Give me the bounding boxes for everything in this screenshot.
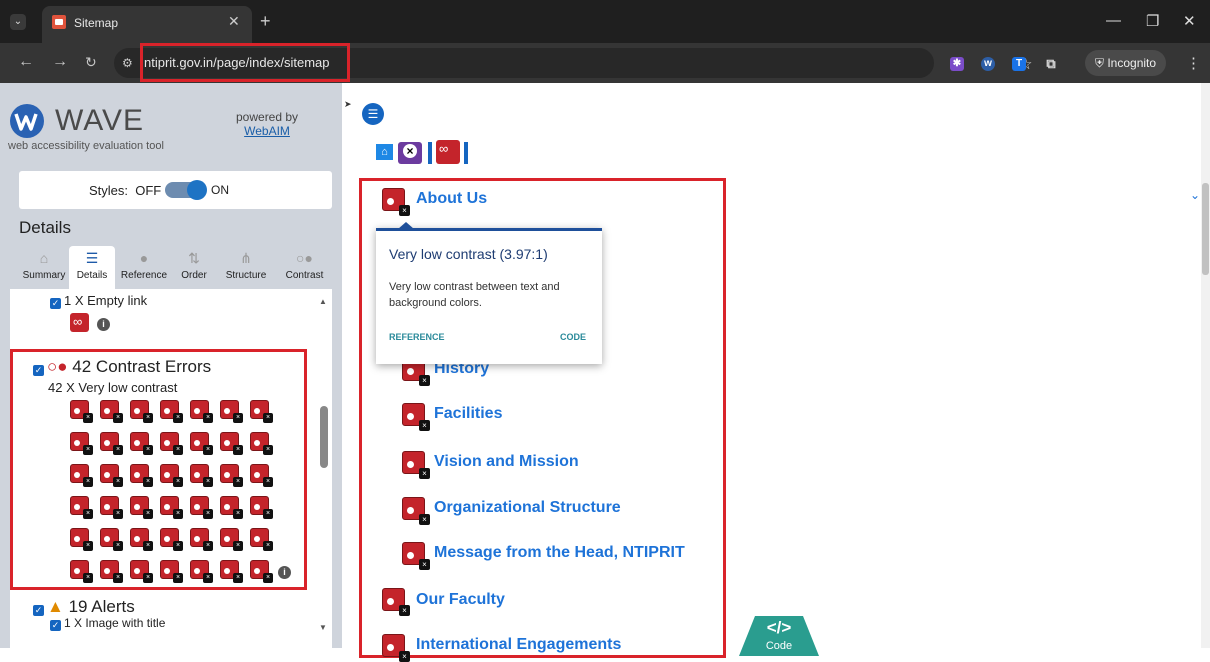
styles-toggle-box: Styles: OFF ON xyxy=(19,171,332,209)
link-organizational-structure[interactable]: Organizational Structure xyxy=(434,499,621,517)
incognito-icon: ⛨ xyxy=(1095,56,1108,70)
incognito-label: Incognito xyxy=(1107,56,1157,70)
image-title-checkbox[interactable]: ✓ xyxy=(50,620,61,631)
empty-link-row[interactable]: ✓ 1 X Empty link xyxy=(50,293,147,309)
contrast-error-icon[interactable]: × xyxy=(382,588,410,616)
wave-extension-icon[interactable]: w xyxy=(981,57,995,71)
reload-icon[interactable]: ↻ xyxy=(85,54,97,70)
list-icon: ☰ xyxy=(85,250,99,266)
link-about-us[interactable]: About Us xyxy=(416,190,487,208)
panel-scrollbar-thumb[interactable] xyxy=(320,406,328,468)
empty-link-icon[interactable] xyxy=(70,313,89,332)
chevron-down-icon[interactable]: ⌄ xyxy=(1190,188,1200,202)
contrast-error-icon[interactable]: × xyxy=(402,497,430,525)
tooltip-description: Very low contrast between text and backg… xyxy=(389,281,560,309)
home-icon[interactable]: ⌂ xyxy=(376,144,393,160)
alerts-checkbox[interactable]: ✓ xyxy=(33,605,44,616)
code-glyph-icon: </> xyxy=(766,618,792,637)
code-button[interactable]: </> Code xyxy=(739,616,819,656)
contrast-error-icon[interactable]: × xyxy=(382,634,410,662)
empty-link-checkbox[interactable]: ✓ xyxy=(50,298,61,309)
tooltip-title: Very low contrast (3.97:1) xyxy=(389,246,548,262)
code-button-label: Code xyxy=(765,640,793,652)
empty-link-icon[interactable] xyxy=(436,140,460,164)
scroll-up-icon[interactable]: ▲ xyxy=(319,297,327,306)
tab-title: Sitemap xyxy=(74,16,119,30)
structure-icon: ⋔ xyxy=(240,250,252,266)
contrast-error-icon[interactable]: × xyxy=(402,542,430,570)
window-close-icon[interactable]: ✕ xyxy=(1183,12,1196,30)
details-heading: Details xyxy=(19,218,71,237)
tooltip-reference-link[interactable]: REFERENCE xyxy=(389,332,445,342)
wave-tabs: ⌂ Summary ☰ Details ● Reference ⇅ Order ⋔ Str… xyxy=(19,246,332,289)
separator-bar xyxy=(428,142,432,164)
extensions-puzzle-icon[interactable]: ⧉ xyxy=(1044,57,1058,71)
tab-strip: ⌄ Sitemap ✕ + — ❐ ✕ xyxy=(0,0,1210,43)
wave-logo-icon xyxy=(10,104,44,138)
alert-icon: ▲ xyxy=(47,597,64,616)
tab-structure[interactable]: ⋔ Structure xyxy=(215,246,277,289)
tab-summary[interactable]: ⌂ Summary xyxy=(19,246,69,289)
page-scrollbar-thumb[interactable] xyxy=(1202,183,1209,275)
contrast-error-icon[interactable]: × xyxy=(402,451,430,479)
tab-contrast[interactable]: ○● Contrast xyxy=(277,246,332,289)
incognito-badge[interactable]: ⛨ Incognito xyxy=(1085,50,1167,76)
link-our-faculty[interactable]: Our Faculty xyxy=(416,591,505,609)
styles-label: Styles: OFF xyxy=(89,183,162,198)
powered-by: powered by WebAIM xyxy=(236,110,298,138)
info-icon: ● xyxy=(139,250,149,266)
tab-order[interactable]: ⇅ Order xyxy=(173,246,215,289)
extension-gear-icon[interactable]: ✱ xyxy=(950,57,964,71)
link-facilities[interactable]: Facilities xyxy=(434,405,502,423)
back-icon[interactable]: ← xyxy=(18,54,34,70)
link-vision-and-mission[interactable]: Vision and Mission xyxy=(434,453,579,471)
tooltip-arrow xyxy=(398,222,414,229)
error-x-icon[interactable] xyxy=(398,142,422,164)
scroll-down-icon[interactable]: ▼ xyxy=(319,623,327,632)
info-icon[interactable]: i xyxy=(97,318,110,331)
contrast-error-icon[interactable]: × xyxy=(402,403,430,431)
new-tab-plus-icon[interactable]: + xyxy=(260,12,271,30)
tab-favicon-icon xyxy=(52,15,66,29)
contrast-error-icon[interactable]: × xyxy=(382,188,410,216)
separator-bar xyxy=(464,142,468,164)
minimize-icon[interactable]: — xyxy=(1106,12,1121,29)
forward-icon[interactable]: → xyxy=(52,54,68,70)
list-icon[interactable]: ☰ xyxy=(362,103,384,125)
webaim-link[interactable]: WebAIM xyxy=(236,124,298,138)
contrast-tooltip: Very low contrast (3.97:1) Very low cont… xyxy=(376,222,602,364)
link-international-engagements[interactable]: International Engagements xyxy=(416,636,621,654)
link-message-from-head[interactable]: Message from the Head, NTIPRIT xyxy=(434,544,685,562)
pointer-arrow-icon: ➤ xyxy=(344,99,352,109)
alerts-row[interactable]: ✓ ▲ 19 Alerts xyxy=(33,597,135,617)
styles-on-label: ON xyxy=(211,183,229,197)
contrast-errors-highlight-box xyxy=(10,349,307,590)
tab-reference[interactable]: ● Reference xyxy=(115,246,173,289)
contrast-icon: ○● xyxy=(296,250,313,266)
wave-logo-text: WAVE xyxy=(55,104,145,137)
powered-by-label: powered by xyxy=(236,110,299,124)
tab-details[interactable]: ☰ Details xyxy=(69,246,115,289)
page-scrollbar[interactable] xyxy=(1201,83,1210,648)
url-highlight-box xyxy=(140,43,350,82)
t-extension-icon[interactable]: T xyxy=(1012,57,1026,71)
tab-close-icon[interactable]: ✕ xyxy=(228,13,240,30)
wave-subtitle: web accessibility evaluation tool xyxy=(8,140,164,152)
styles-toggle-switch[interactable] xyxy=(165,180,207,200)
browser-tab[interactable]: Sitemap ✕ xyxy=(42,6,252,43)
order-icon: ⇅ xyxy=(188,250,200,266)
image-with-title-row[interactable]: ✓ 1 X Image with title xyxy=(50,616,165,631)
site-info-icon[interactable]: ⚙ xyxy=(122,56,133,70)
page-content: ➤ ☰ ⌂ × About Us × History × Facilities … xyxy=(342,83,1210,662)
tooltip-code-link[interactable]: CODE xyxy=(560,332,586,342)
kebab-menu-icon[interactable]: ⋮ xyxy=(1186,54,1201,72)
restore-icon[interactable]: ❐ xyxy=(1146,12,1159,30)
tab-search-chevron-down-icon[interactable]: ⌄ xyxy=(10,14,26,30)
home-icon: ⌂ xyxy=(39,250,49,266)
